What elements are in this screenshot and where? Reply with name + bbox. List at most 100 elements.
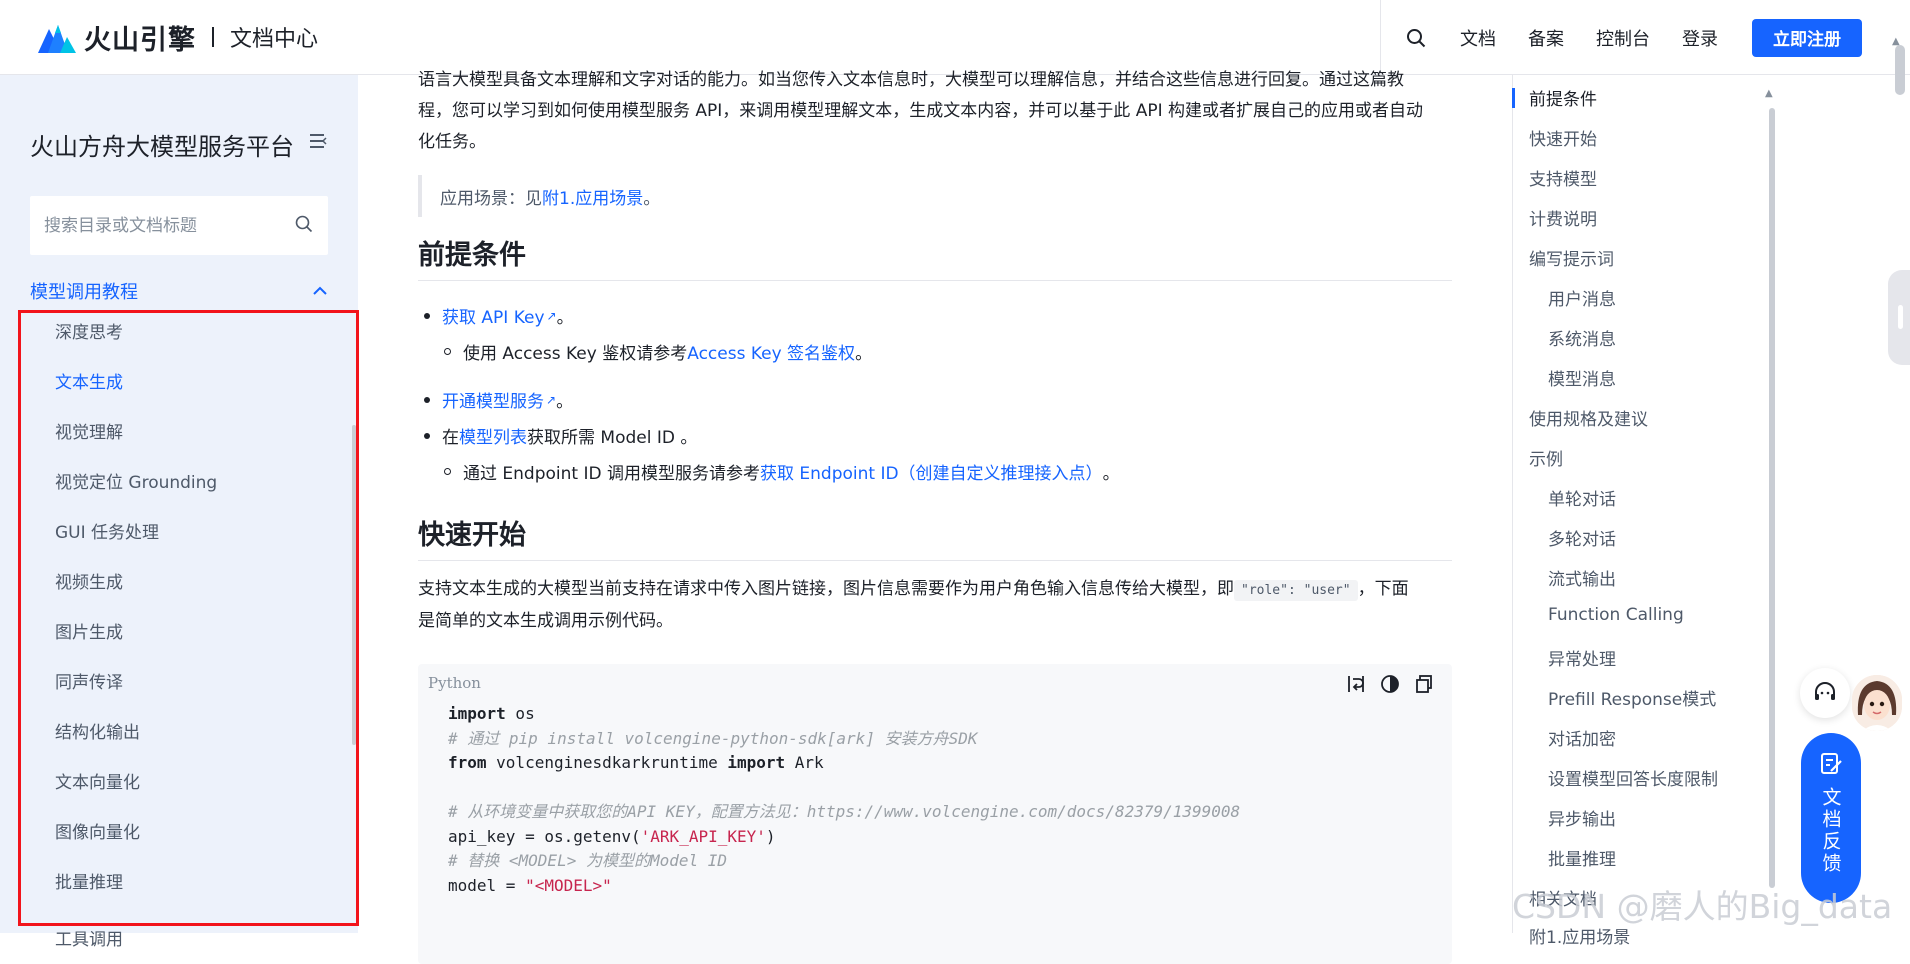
sidebar-item-image-embedding[interactable]: 图像向量化 <box>55 805 335 855</box>
wrap-lines-icon[interactable] <box>1346 674 1366 694</box>
endpoint-id-link[interactable]: 获取 Endpoint ID（创建自定义推理接入点） <box>760 459 1103 484</box>
paragraph-text: 支持文本生成的大模型当前支持在请求中传入图片链接，图片信息需要作为用户角色输入信… <box>418 579 1234 599</box>
list-item: 开通模型服务 ↗ 。 <box>418 387 573 412</box>
sidebar-item-grounding[interactable]: 视觉定位 Grounding <box>55 455 335 505</box>
assistant-avatar-icon <box>1852 675 1902 731</box>
access-key-auth-link[interactable]: Access Key 签名鉴权 <box>687 339 855 364</box>
table-of-contents: 前提条件 快速开始 支持模型 计费说明 编写提示词 用户消息 系统消息 模型消息… <box>1512 75 1782 948</box>
toc-item[interactable]: 系统消息 <box>1548 325 1616 350</box>
nav-login[interactable]: 登录 <box>1682 25 1718 51</box>
list-text: 。 <box>556 392 574 412</box>
model-list-link[interactable]: 模型列表 <box>459 423 527 448</box>
top-navbar: 火山引擎 文档中心 文档 备案 控制台 登录 立即注册 <box>0 0 1910 75</box>
nav-filing[interactable]: 备案 <box>1528 25 1564 51</box>
sidebar-item-simultaneous-interpretation[interactable]: 同声传译 <box>55 655 335 705</box>
sidebar-item-image-generation[interactable]: 图片生成 <box>55 605 335 655</box>
list-item: 通过 Endpoint ID 调用模型服务请参考 获取 Endpoint ID（… <box>418 459 1120 484</box>
assistant-avatar[interactable] <box>1852 675 1902 731</box>
sidebar-item-batch-inference[interactable]: 批量推理 <box>55 855 335 905</box>
sidebar-search-input[interactable] <box>44 215 284 236</box>
code-toolbar <box>1346 674 1434 694</box>
list-text: 使用 Access Key 鉴权请参考 <box>463 344 688 364</box>
sidebar-item-visual-understanding[interactable]: 视觉理解 <box>55 405 335 455</box>
code-line: from volcenginesdkarkruntime import Ark <box>448 753 824 772</box>
sidebar-sub-list: 深度思考 文本生成 视觉理解 视觉定位 Grounding GUI 任务处理 视… <box>55 305 335 905</box>
search-icon <box>1406 28 1425 47</box>
customer-service-button[interactable] <box>1800 668 1850 718</box>
toc-item[interactable]: 计费说明 <box>1529 205 1597 230</box>
code-language-label: Python <box>428 674 481 692</box>
sidebar-scrollbar[interactable] <box>352 425 356 745</box>
scroll-up-arrow-icon[interactable]: ▲ <box>1765 88 1773 99</box>
side-drawer-handle[interactable] <box>1888 270 1910 365</box>
scenario-quote: 应用场景：见 附1.应用场景 。 <box>418 175 1452 217</box>
list-item: 获取 API Key ↗ 。 <box>418 303 574 328</box>
search-button[interactable] <box>1380 0 1450 75</box>
toc-item[interactable]: 对话加密 <box>1548 725 1616 750</box>
list-text: 。 <box>556 308 574 328</box>
section-name: 文档中心 <box>230 27 319 52</box>
watermark: CSDN @磨人的Big_data <box>1512 887 1893 926</box>
sidebar-item-text-embedding[interactable]: 文本向量化 <box>55 755 335 805</box>
sidebar-item-gui-task[interactable]: GUI 任务处理 <box>55 505 335 555</box>
logo[interactable]: 火山引擎 文档中心 <box>38 18 318 57</box>
quote-text: 。 <box>643 188 661 209</box>
toc-item[interactable]: 流式输出 <box>1548 565 1616 590</box>
toc-item[interactable]: 设置模型回答长度限制 <box>1548 765 1718 790</box>
sidebar-item-tool-calling[interactable]: 工具调用 <box>55 925 123 950</box>
search-icon[interactable] <box>294 214 314 234</box>
toc-item[interactable]: 单轮对话 <box>1548 485 1616 510</box>
volcano-logo-icon <box>38 21 76 53</box>
feedback-label: 文档反馈 <box>1819 787 1842 875</box>
nav-docs[interactable]: 文档 <box>1460 25 1496 51</box>
sidebar-section-label: 模型调用教程 <box>30 282 138 303</box>
activate-model-service-link[interactable]: 开通模型服务 <box>442 387 544 412</box>
toc-item[interactable]: 异步输出 <box>1548 805 1616 830</box>
code-line: api_key = os.getenv('ARK_API_KEY') <box>448 826 776 846</box>
toc-scrollbar[interactable] <box>1769 108 1775 888</box>
code-line: model = "<MODEL>" <box>448 875 612 895</box>
toc-item[interactable]: Prefill Response模式 <box>1548 685 1716 710</box>
bullet-ring <box>444 468 451 475</box>
sidebar-item-video-generation[interactable]: 视频生成 <box>55 555 335 605</box>
intro-line: 程，您可以学习到如何使用模型服务 API，来调用模型理解文本，生成文本内容，并可… <box>418 101 1423 121</box>
signup-button[interactable]: 立即注册 <box>1752 18 1862 57</box>
code-line: # 替换 <MODEL> 为模型的Model ID <box>448 851 728 870</box>
sidebar-item-structured-output[interactable]: 结构化输出 <box>55 705 335 755</box>
heading-quick-start: 快速开始 <box>418 513 1452 561</box>
doc-feedback-button[interactable]: 文档反馈 <box>1801 733 1861 903</box>
bullet-dot <box>424 432 430 439</box>
platform-title: 火山方舟大模型服务平台 <box>30 133 294 161</box>
quick-start-paragraph: 支持文本生成的大模型当前支持在请求中传入图片链接，图片信息需要作为用户角色输入信… <box>418 574 1452 637</box>
toc-item[interactable]: 批量推理 <box>1548 845 1616 870</box>
sidebar-item-deep-thinking[interactable]: 深度思考 <box>55 305 335 355</box>
get-api-key-link[interactable]: 获取 API Key <box>442 303 545 328</box>
code-line: # 通过 pip install volcengine-python-sdk[a… <box>448 728 978 748</box>
toc-item[interactable]: 异常处理 <box>1548 645 1616 670</box>
sidebar-section-model-tutorial[interactable]: 模型调用教程 <box>30 278 328 304</box>
scenario-link[interactable]: 附1.应用场景 <box>542 184 643 209</box>
list-item: 在 模型列表 获取所需 Model ID 。 <box>418 423 697 448</box>
menu-collapse-icon[interactable] <box>310 133 328 153</box>
toc-item[interactable]: Function Calling <box>1548 605 1684 625</box>
toc-item[interactable]: 编写提示词 <box>1529 245 1614 270</box>
toc-item[interactable]: 示例 <box>1529 445 1563 470</box>
inline-code: "role": "user" <box>1234 580 1358 601</box>
nav-console[interactable]: 控制台 <box>1596 25 1650 51</box>
toc-item[interactable]: 支持模型 <box>1529 165 1597 190</box>
page-scrollbar[interactable] <box>1895 45 1905 95</box>
code-block: Python import os # 通过 pip install volcen… <box>418 664 1452 964</box>
toc-item[interactable]: 多轮对话 <box>1548 525 1616 550</box>
copy-icon[interactable] <box>1414 674 1434 694</box>
theme-toggle-icon[interactable] <box>1380 674 1400 694</box>
toc-item[interactable]: 模型消息 <box>1548 365 1616 390</box>
sidebar-item-text-generation[interactable]: 文本生成 <box>55 355 335 405</box>
toc-item[interactable]: 用户消息 <box>1548 285 1616 310</box>
toc-item[interactable]: 快速开始 <box>1529 125 1597 150</box>
toc-item[interactable]: 前提条件 <box>1529 85 1597 110</box>
toc-item[interactable]: 使用规格及建议 <box>1529 405 1648 430</box>
intro-line: 语言大模型具备文本理解和文字对话的能力。如当您传入文本信息时，大模型可以理解信息… <box>418 70 1404 90</box>
intro-paragraph: 语言大模型具备文本理解和文字对话的能力。如当您传入文本信息时，大模型可以理解信息… <box>418 65 1452 158</box>
list-text: 。 <box>855 344 873 364</box>
list-item: 使用 Access Key 鉴权请参考 Access Key 签名鉴权 。 <box>418 339 872 364</box>
